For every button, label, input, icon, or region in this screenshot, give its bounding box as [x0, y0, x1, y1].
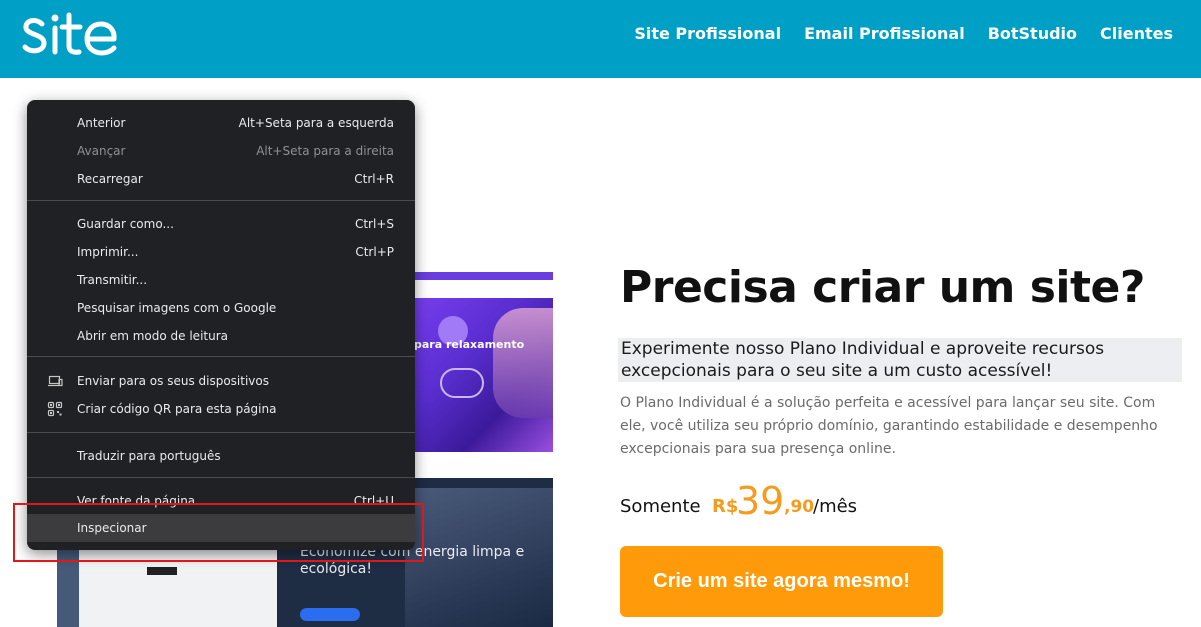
menu-item-reading-mode[interactable]: Abrir em modo de leitura	[27, 322, 415, 350]
menu-separator	[27, 356, 415, 357]
nav-email-profissional[interactable]: Email Profissional	[804, 22, 965, 46]
menu-item-search-images-google[interactable]: Pesquisar imagens com o Google	[27, 294, 415, 322]
nav-site-profissional[interactable]: Site Profissional	[634, 22, 781, 46]
menu-item-label: Guardar como...	[77, 217, 174, 231]
page-description: O Plano Individual é a solução perfeita …	[620, 395, 1158, 457]
menu-item-label: Recarregar	[77, 172, 143, 186]
menu-item-translate[interactable]: Traduzir para português	[27, 442, 415, 470]
menu-item-label: Abrir em modo de leitura	[77, 329, 228, 343]
devices-icon	[48, 375, 63, 387]
main-nav: Site Profissional Email Profissional Bot…	[634, 22, 1173, 46]
menu-item-label: Transmitir...	[77, 273, 148, 287]
page-title: Precisa criar um site?	[620, 262, 1145, 313]
menu-item-label: Traduzir para português	[77, 449, 221, 463]
mockup-hero: para relaxamento	[400, 298, 553, 452]
menu-item-save-as[interactable]: Guardar como... Ctrl+S	[27, 210, 415, 238]
mockup-person-image	[493, 308, 553, 418]
menu-item-create-qr-code[interactable]: Criar código QR para esta página	[27, 395, 415, 423]
menu-item-reload[interactable]: Recarregar Ctrl+R	[27, 165, 415, 193]
price-currency: R$	[712, 496, 739, 517]
price-label: Somente	[620, 496, 701, 517]
cloud-icon	[440, 368, 484, 398]
menu-item-shortcut: Ctrl+S	[354, 217, 394, 231]
menu-item-send-to-devices[interactable]: Enviar para os seus dispositivos	[27, 367, 415, 395]
menu-item-back[interactable]: Anterior Alt+Seta para a esquerda	[27, 109, 415, 137]
context-menu: Anterior Alt+Seta para a esquerda Avança…	[27, 100, 415, 550]
menu-separator	[27, 432, 415, 433]
mockup-button	[300, 608, 360, 621]
menu-item-shortcut: Alt+Seta para a esquerda	[238, 116, 394, 130]
mockup-small-button	[147, 567, 177, 575]
mockup-hero-text: para relaxamento	[414, 338, 525, 351]
price-integer: 39	[736, 479, 785, 523]
menu-item-label: Avançar	[77, 144, 126, 158]
create-site-button[interactable]: Crie um site agora mesmo!	[620, 546, 943, 617]
menu-item-shortcut: Ctrl+P	[355, 245, 394, 259]
nav-botstudio[interactable]: BotStudio	[988, 22, 1077, 46]
nav-clientes[interactable]: Clientes	[1100, 22, 1173, 46]
menu-item-label: Criar código QR para esta página	[77, 402, 277, 416]
page-subtitle: Experimente nosso Plano Individual e apr…	[618, 338, 1182, 382]
menu-item-label: Pesquisar imagens com o Google	[77, 301, 277, 315]
site-logo[interactable]	[22, 10, 118, 62]
menu-item-forward: Avançar Alt+Seta para a direita	[27, 137, 415, 165]
menu-item-label: Imprimir...	[77, 245, 139, 259]
menu-item-cast[interactable]: Transmitir...	[27, 266, 415, 294]
menu-separator	[27, 477, 415, 478]
website-mockup-purple: para relaxamento	[400, 272, 553, 452]
menu-separator	[27, 200, 415, 201]
qr-code-icon	[47, 401, 63, 417]
menu-item-label: Enviar para os seus dispositivos	[77, 374, 269, 388]
menu-item-shortcut: Alt+Seta para a direita	[256, 144, 394, 158]
mockup-nav	[400, 280, 553, 298]
price-period: /mês	[813, 496, 858, 517]
highlight-box	[13, 503, 424, 562]
menu-item-shortcut: Ctrl+R	[354, 172, 394, 186]
price-decimal: ,90	[784, 497, 815, 517]
menu-item-label: Anterior	[77, 116, 126, 130]
mockup-topbar	[400, 272, 553, 280]
menu-item-print[interactable]: Imprimir... Ctrl+P	[27, 238, 415, 266]
site-header: Site Profissional Email Profissional Bot…	[0, 0, 1201, 78]
